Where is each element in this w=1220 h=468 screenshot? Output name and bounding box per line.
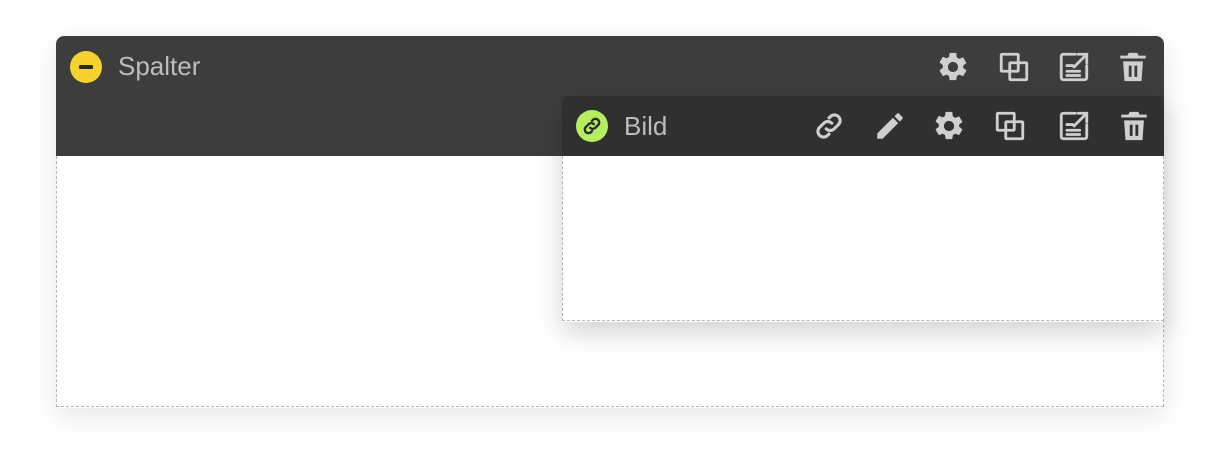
image-block-content[interactable]	[562, 156, 1164, 321]
export-icon[interactable]	[1055, 48, 1093, 86]
duplicate-icon[interactable]	[991, 107, 1029, 145]
trash-icon[interactable]	[1114, 48, 1152, 86]
settings-icon[interactable]	[934, 48, 972, 86]
minus-circle-icon[interactable]	[70, 51, 102, 83]
image-block: Bild	[562, 96, 1164, 322]
pencil-icon[interactable]	[871, 107, 909, 145]
duplicate-icon[interactable]	[995, 48, 1033, 86]
link-icon[interactable]	[810, 107, 848, 145]
column-block-title: Spalter	[118, 51, 201, 81]
settings-icon[interactable]	[930, 107, 968, 145]
trash-icon[interactable]	[1115, 107, 1153, 145]
export-icon[interactable]	[1055, 107, 1093, 145]
link-badge-icon[interactable]	[576, 110, 608, 142]
image-block-header[interactable]: Bild	[562, 96, 1164, 156]
image-block-title: Bild	[624, 111, 668, 141]
